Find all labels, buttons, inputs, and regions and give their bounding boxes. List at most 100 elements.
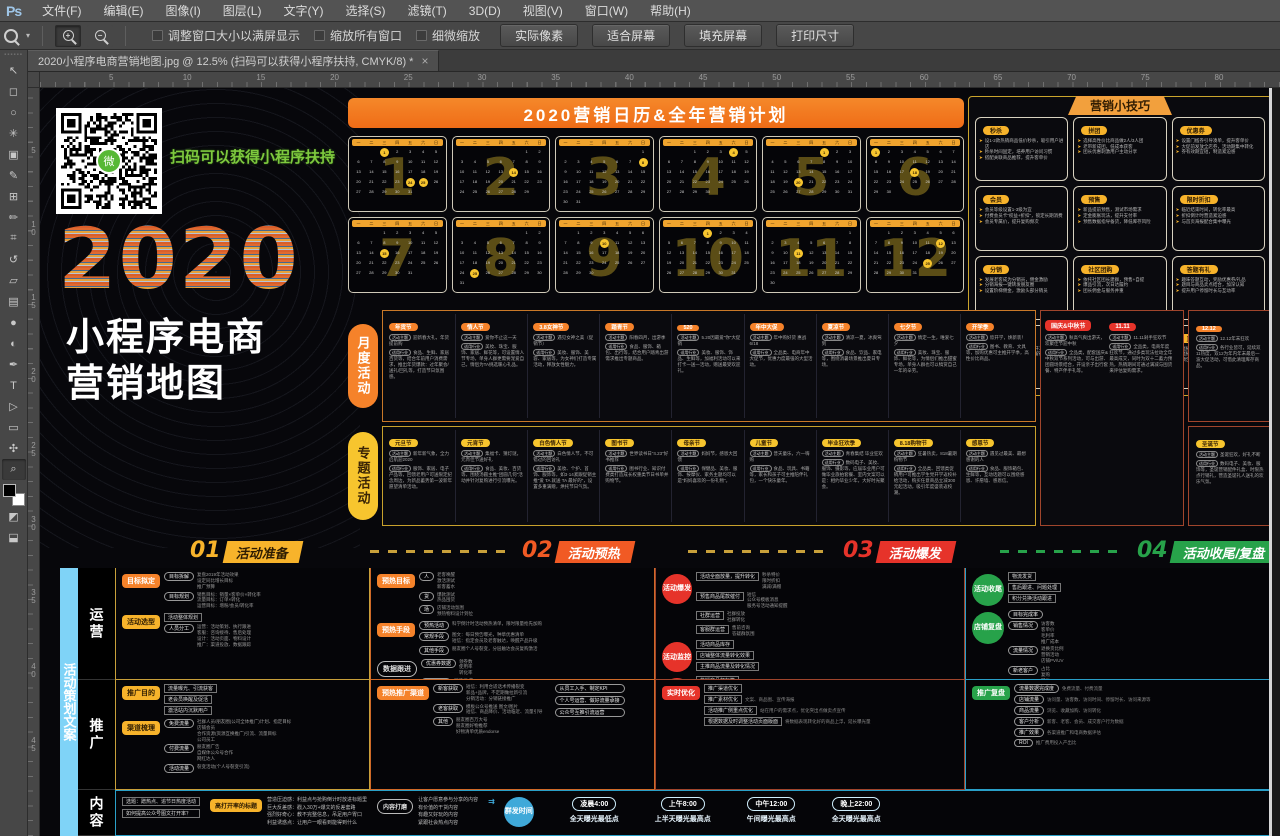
eyedropper-tool[interactable]: ✎: [2, 165, 26, 186]
map-cluster: 目标拟定目标拆解复盘2019年活动效果设定同比增长目标推广预算目标规划销售目标：…: [122, 572, 363, 609]
panel-grip[interactable]: ▪▪▪▪▪▪: [4, 52, 23, 58]
day-number: 28: [805, 187, 818, 197]
menu-图像(I)[interactable]: 图像(I): [154, 0, 211, 22]
ops-phase-1: 目标拟定目标拆解复盘2019年活动效果设定同比增长目标推广预算目标规划销售目标：…: [115, 568, 370, 680]
month-card-8: 一二三四五六日812345678910111213141516171819202…: [452, 217, 551, 293]
healing-brush-tool[interactable]: ⊞: [2, 186, 26, 207]
day-number: 27: [352, 268, 365, 278]
map-node: 实时优化: [662, 686, 700, 700]
button-实际像素[interactable]: 实际像素: [500, 24, 578, 47]
map-cluster: 实时优化推广渠道优化推广素材优化文案、商品图、宣传海报活动推广侧重点优化站在用户…: [662, 684, 958, 726]
gradient-tool[interactable]: ▤: [2, 291, 26, 312]
document-canvas[interactable]: 微 扫码可以获得小程序扶持 2020 小程序电商 营销地图 2020营销日历&全…: [40, 88, 1280, 836]
foreground-color-swatch[interactable]: [3, 484, 16, 497]
type-tool[interactable]: T: [2, 375, 26, 396]
clone-stamp-tool[interactable]: ⌗: [2, 228, 26, 249]
day-number: 12: [481, 248, 494, 258]
crop-tool[interactable]: ▣: [2, 144, 26, 165]
zoom-out-button[interactable]: −: [87, 25, 113, 47]
day-number: 16: [391, 248, 404, 258]
menu-帮助(H)[interactable]: 帮助(H): [639, 0, 702, 22]
day-number: 4: [468, 157, 481, 167]
day-number: 9: [766, 248, 779, 258]
zoom-in-button[interactable]: +: [55, 25, 81, 47]
menu-选择(S)[interactable]: 选择(S): [334, 0, 396, 22]
sub-item: 答疑群氛围: [732, 631, 755, 637]
day-blank: [805, 147, 818, 157]
day-number: 29: [701, 268, 714, 278]
day-number: 14: [870, 248, 883, 258]
button-打印尺寸[interactable]: 打印尺寸: [776, 24, 854, 47]
blur-tool[interactable]: ●: [2, 312, 26, 333]
day-number: 3: [844, 147, 857, 157]
quick-mask-button[interactable]: ◩: [2, 506, 26, 527]
button-适合屏幕[interactable]: 适合屏幕: [592, 24, 670, 47]
move-tool[interactable]: ↖: [2, 60, 26, 81]
hand-tool[interactable]: ✣: [2, 438, 26, 459]
screen-mode-button[interactable]: ⬓: [2, 527, 26, 548]
ruler-number: 5: [29, 146, 38, 154]
dodge-tool[interactable]: ◐: [2, 333, 26, 354]
menu-窗口(W)[interactable]: 窗口(W): [574, 0, 639, 22]
ruler-number: 80: [1215, 73, 1224, 82]
tip-card-秒杀: 秒杀➤设1-2款热销商品低价秒杀，吸引用户进店➤秒杀时间固定，培养用户访问习惯➤…: [975, 117, 1068, 181]
document-tab[interactable]: 2020小程序电商营销地图.jpg @ 12.5% (扫码可以获得小程序扶持, …: [28, 50, 439, 71]
sub-item: 公司员工: [197, 737, 291, 743]
shape-tool[interactable]: ▭: [2, 417, 26, 438]
checkbox-icon[interactable]: [314, 30, 325, 41]
ruler-number: 15: [256, 73, 265, 82]
options-bar: ▾ + − 调整窗口大小以满屏显示缩放所有窗口细微缩放 实际像素适合屏幕填充屏幕…: [0, 22, 1280, 50]
eraser-tool[interactable]: ▱: [2, 270, 26, 291]
theme-tag: 活动主题: [605, 450, 627, 457]
industry-tag: 适用行业: [966, 343, 988, 350]
pen-tool[interactable]: ✒: [2, 354, 26, 375]
day-number: 5: [481, 157, 494, 167]
day-number: 23: [533, 177, 546, 187]
menu-视图(V)[interactable]: 视图(V): [512, 0, 574, 22]
tip-label: 秒杀: [983, 126, 1009, 135]
day-number: 9: [391, 157, 404, 167]
tools-panel: ▪▪▪▪▪▪ ↖◻○✳▣✎⊞✏⌗↺▱▤●◐✒T▷▭✣⌕ ◩⬓: [0, 50, 28, 836]
day-blank: [507, 147, 520, 157]
magic-wand-tool[interactable]: ✳: [2, 123, 26, 144]
checkbox-icon[interactable]: [416, 30, 427, 41]
day-number: 4: [740, 228, 753, 238]
day-number: 21: [805, 177, 818, 187]
tab-close-icon[interactable]: ×: [421, 54, 428, 68]
day-number: 13: [934, 157, 947, 167]
day-number: 6: [947, 228, 960, 238]
map-branches: 活动商品库存店铺整体流量转化效果主推商品流量及转化情况: [696, 640, 759, 671]
menu-3D(D)[interactable]: 3D(D): [458, 0, 512, 22]
option-checkbox[interactable]: 细微缩放: [416, 27, 480, 44]
history-brush-tool[interactable]: ↺: [2, 249, 26, 270]
menu-编辑(E)[interactable]: 编辑(E): [92, 0, 154, 22]
day-number: 25: [908, 177, 921, 187]
menu-文字(Y)[interactable]: 文字(Y): [272, 0, 334, 22]
month-card-1: 一二三四五六日112345678910111213141516171819202…: [348, 136, 447, 212]
brush-tool[interactable]: ✏: [2, 207, 26, 228]
tool-preset-caret-icon[interactable]: ▾: [26, 31, 30, 40]
zoom-tool-preset-icon[interactable]: [4, 29, 18, 43]
day-number: 20: [663, 177, 676, 187]
day-number: 12: [805, 248, 818, 258]
menu-文件(F)[interactable]: 文件(F): [31, 0, 92, 22]
branch-subitems: 运营：活动策划、执行跟进客服：咨询接待、售后处理设计：活动页面、物料设计推广：渠…: [197, 624, 251, 647]
path-select-tool[interactable]: ▷: [2, 396, 26, 417]
month-card-6: 一二三四五六日612345678910111213141516171819202…: [866, 136, 965, 212]
checkbox-icon[interactable]: [152, 30, 163, 41]
day-blank: [481, 147, 494, 157]
lasso-tool[interactable]: ○: [2, 102, 26, 123]
option-checkbox[interactable]: 调整窗口大小以满屏显示: [152, 27, 300, 44]
send-time-pill: 晚上22:00: [832, 797, 880, 811]
color-swatches[interactable]: [3, 484, 25, 506]
option-checkbox[interactable]: 缩放所有窗口: [314, 27, 402, 44]
menu-图层(L)[interactable]: 图层(L): [212, 0, 273, 22]
day-number: 29: [688, 187, 701, 197]
menu-滤镜(T)[interactable]: 滤镜(T): [396, 0, 457, 22]
branch-subitems: 复盘2019年活动效果设定同比增长目标推广预算: [197, 572, 239, 590]
day-number: 24: [908, 258, 921, 268]
marquee-tool[interactable]: ◻: [2, 81, 26, 102]
map-branch: 人员分工运营：活动策划、执行跟进客服：咨询接待、售后处理设计：活动页面、物料设计…: [164, 624, 251, 647]
button-填充屏幕[interactable]: 填充屏幕: [684, 24, 762, 47]
zoom-tool[interactable]: ⌕: [2, 459, 26, 480]
